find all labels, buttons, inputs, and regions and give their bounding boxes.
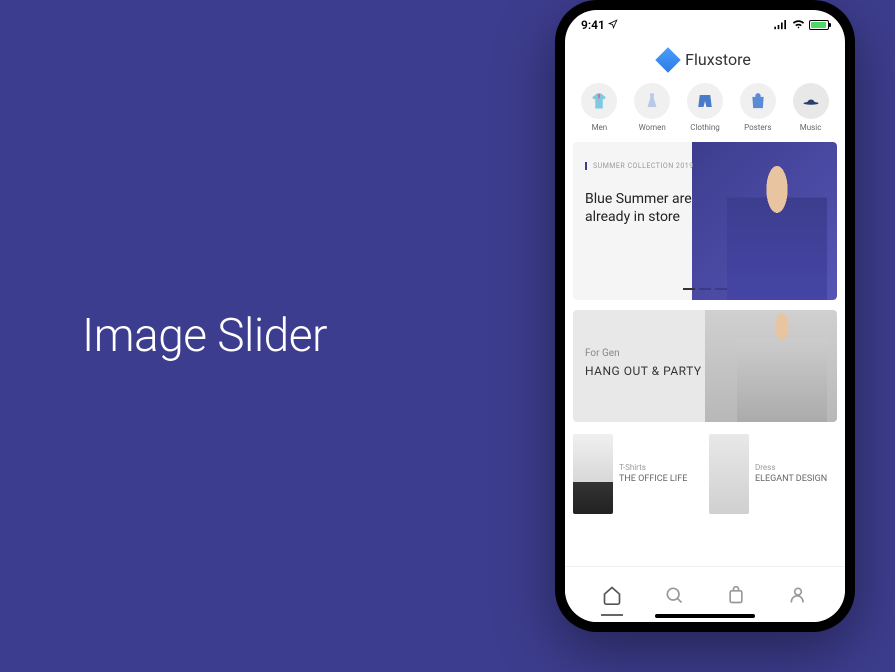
category-row[interactable]: Men Women Clothing Posters Music: [565, 79, 845, 142]
slider-dot-2[interactable]: [699, 288, 711, 290]
home-icon: [602, 585, 622, 605]
slider-dots[interactable]: [683, 288, 727, 290]
bag-icon: [740, 83, 776, 119]
slider-dot-3[interactable]: [715, 288, 727, 290]
product-title: ELEGANT DESIGN: [755, 474, 827, 485]
profile-icon: [788, 585, 808, 605]
dress-icon: [634, 83, 670, 119]
bag-icon: [726, 585, 746, 605]
product-title: THE OFFICE LIFE: [619, 474, 687, 485]
banner-title: HANG OUT & PARTY: [585, 364, 702, 378]
banner-subtitle: For Gen: [585, 348, 620, 359]
category-women[interactable]: Women: [634, 83, 670, 132]
product-row: T-Shirts THE OFFICE LIFE Dress ELEGANT D…: [573, 434, 837, 514]
product-subtitle: T-Shirts: [619, 463, 687, 472]
signal-icon: [774, 20, 788, 30]
promo-banner[interactable]: For Gen HANG OUT & PARTY: [573, 310, 837, 422]
phone-mockup: 9:41 Fluxstore Men Women Clothing Poster…: [555, 0, 855, 632]
content-scroll[interactable]: SUMMER COLLECTION 2019 Blue Summer are a…: [565, 142, 845, 622]
home-indicator[interactable]: [655, 614, 755, 618]
search-icon: [664, 585, 684, 605]
product-subtitle: Dress: [755, 463, 827, 472]
nav-profile[interactable]: [787, 584, 809, 606]
product-image: [709, 434, 749, 514]
product-card-dress[interactable]: Dress ELEGANT DESIGN: [709, 434, 837, 514]
logo-icon: [655, 47, 680, 72]
category-music[interactable]: Music: [793, 83, 829, 132]
hero-image: [692, 142, 837, 300]
hat-icon: [793, 83, 829, 119]
nav-home[interactable]: [601, 584, 623, 606]
shirt-icon: [581, 83, 617, 119]
category-men[interactable]: Men: [581, 83, 617, 132]
slider-dot-1[interactable]: [683, 288, 695, 290]
banner-image: [705, 310, 837, 422]
nav-bag[interactable]: [725, 584, 747, 606]
phone-screen: 9:41 Fluxstore Men Women Clothing Poster…: [565, 10, 845, 622]
location-arrow-icon: [608, 19, 618, 29]
nav-search[interactable]: [663, 584, 685, 606]
category-posters[interactable]: Posters: [740, 83, 776, 132]
product-card-tshirts[interactable]: T-Shirts THE OFFICE LIFE: [573, 434, 701, 514]
hero-badge: SUMMER COLLECTION 2019: [585, 162, 694, 170]
status-time: 9:41: [581, 18, 618, 32]
app-title: Fluxstore: [685, 50, 751, 69]
hero-headline: Blue Summer are already in store: [585, 190, 695, 226]
wifi-icon: [792, 20, 805, 30]
category-clothing[interactable]: Clothing: [687, 83, 723, 132]
battery-icon: [809, 20, 829, 30]
hero-slider[interactable]: SUMMER COLLECTION 2019 Blue Summer are a…: [573, 142, 837, 300]
slide-title: Image Slider: [82, 309, 327, 363]
shorts-icon: [687, 83, 723, 119]
app-header: Fluxstore: [565, 36, 845, 79]
status-bar: 9:41: [565, 10, 845, 36]
product-image: [573, 434, 613, 514]
